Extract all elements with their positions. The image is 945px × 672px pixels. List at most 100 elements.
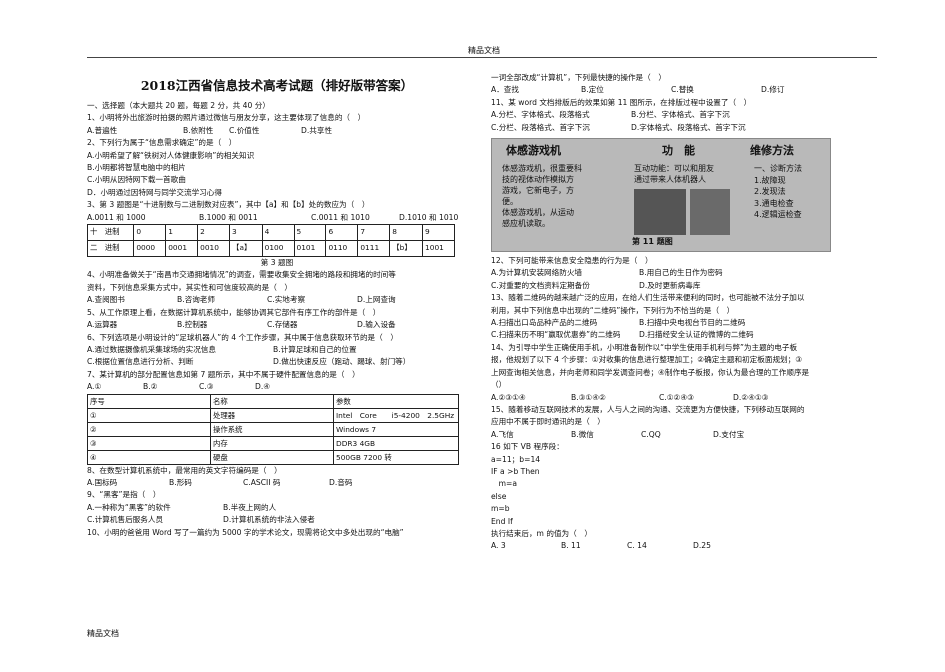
q7-cell: 内存 bbox=[210, 435, 334, 451]
figure-11-console-image bbox=[690, 189, 730, 236]
q3-cell: 9 bbox=[422, 224, 455, 242]
figure-11-title-mid: 功 能 bbox=[662, 144, 695, 158]
q3-cell: 3 bbox=[229, 224, 263, 242]
code-line: a=11；b=14 bbox=[491, 454, 541, 464]
figure-11-line: 便。 bbox=[502, 197, 518, 207]
q16-option-d: D.25 bbox=[693, 541, 711, 551]
q7-stem: 7、某计算机的部分配置信息如第 7 题所示，其中不属于硬件配置信息的是（ ） bbox=[87, 369, 360, 379]
q12-option-d: D.及时更新病毒库 bbox=[639, 280, 701, 290]
figure-11-line: 通过带来人体机器人 bbox=[634, 175, 706, 185]
q3-cell: 1001 bbox=[422, 240, 455, 258]
q2-option-c: C.小明从因特网下载一首歌曲 bbox=[87, 175, 186, 185]
page-header: 精品文档 bbox=[468, 46, 500, 55]
q4-option-c: C.实地考察 bbox=[267, 295, 306, 305]
q3-cell: 【b】 bbox=[389, 240, 424, 258]
q3-cell: 【a】 bbox=[229, 240, 263, 258]
q7-cell: ④ bbox=[87, 449, 211, 465]
q3-option-a: A.0011 和 1000 bbox=[87, 212, 146, 222]
q10-options: A．查找 B.定位 C.替换 D.修订 bbox=[491, 84, 891, 96]
q3-cell: 0111 bbox=[357, 240, 391, 258]
q11-option-b: B.分栏、字体格式、首字下沉 bbox=[631, 110, 730, 120]
q7-cell: 500GB 7200 转 bbox=[333, 449, 459, 465]
q10-option-c: C.替换 bbox=[671, 85, 694, 95]
code-line: m=b bbox=[491, 504, 510, 514]
figure-11-text-mid: 互动功能：可以和朋友 通过带来人体机器人 bbox=[634, 163, 714, 185]
q8-options: A.国标码 B.形码 C.ASCII 码 D.音码 bbox=[87, 477, 467, 489]
table-row: ③ 内存 DDR3 4GB bbox=[87, 435, 459, 451]
q11-options-cd: C.分栏、段落格式、首字下沉 D.字体格式、段落格式、首字下沉 bbox=[491, 122, 891, 134]
q13-options-ab: A.扫描出口岛品种产品的二维码 B.扫描中央电视台节目的二维码 bbox=[491, 317, 891, 329]
exam-title: 2018江西省信息技术高考试题（排好版带答案） bbox=[140, 78, 414, 93]
q3-stem: 3、第 3 题图是“十进制数与二进制数对应表”，其中【a】和【b】处的数应为（ … bbox=[87, 200, 370, 210]
q7-option-c: C.③ bbox=[199, 382, 214, 392]
figure-11-text-right: 一、诊断方法 1.故障现 2.发现法 3.通电检查 4.逻辑运检查 bbox=[754, 163, 802, 221]
table-row: ① 处理器 Intel Core i5-4200 2.5GHz bbox=[87, 407, 459, 423]
q14-option-c: C.①②④③ bbox=[659, 392, 694, 402]
q3-cell: 0100 bbox=[261, 240, 295, 258]
q15-option-d: D.支付宝 bbox=[713, 429, 745, 439]
q2-option-b: B.小明都将智慧电脑中的相片 bbox=[87, 163, 186, 173]
q7-cell: ① bbox=[87, 407, 211, 423]
q6-options-ab: A.通过数据摄像机采集球场的实况信息 B.计算足球和自己的位置 bbox=[87, 344, 467, 356]
q7-options: A.① B.② C.③ D.④ bbox=[87, 381, 467, 393]
figure-11-title-right: 维修方法 bbox=[750, 144, 794, 158]
q14-option-d: D.②④①③ bbox=[733, 392, 769, 402]
q10-option-b: B.定位 bbox=[581, 85, 604, 95]
q7-cell: Windows 7 bbox=[333, 421, 459, 437]
q1-option-a: A.普遍性 bbox=[87, 125, 118, 135]
q3-row-label: 二 进制 bbox=[86, 240, 135, 258]
q9-option-c: C.计算机售后服务人员 bbox=[87, 515, 164, 525]
q11-options-ab: A.分栏、字体格式、段落格式 B.分栏、字体格式、首字下沉 bbox=[491, 109, 891, 121]
q16-stem: 16 如下 VB 程序段： bbox=[491, 442, 564, 452]
code-line: m=a bbox=[491, 479, 518, 489]
q5-option-c: C.存储器 bbox=[267, 320, 298, 330]
q15-stem-2: 应用中不属于即时通讯的是（ ） bbox=[491, 417, 605, 427]
q7-header-param: 参数 bbox=[333, 393, 459, 409]
q4-option-a: A.查阅图书 bbox=[87, 295, 125, 305]
figure-11-line: 1.故障现 bbox=[754, 175, 786, 185]
q3-cell: 5 bbox=[293, 224, 327, 242]
q7-header-name: 名称 bbox=[210, 393, 334, 409]
q8-option-c: C.ASCII 码 bbox=[243, 477, 281, 487]
q13-options-cd: C.扫描来历不明“赢取优惠券”的二维码 D.扫描经安全认证的微博的二维码 bbox=[491, 329, 891, 341]
q1-option-d: D.共享性 bbox=[301, 125, 333, 135]
q8-option-b: B.形码 bbox=[169, 477, 192, 487]
q9-option-d: D.计算机系统的非法入侵者 bbox=[223, 515, 315, 525]
right-column: 一词全部改成“计算机”，下列最快捷的操作是（ ） A．查找 B.定位 C.替换 … bbox=[491, 72, 891, 553]
q13-option-d: D.扫描经安全认证的微博的二维码 bbox=[639, 330, 754, 340]
q3-option-b: B.1000 和 0011 bbox=[199, 212, 258, 222]
q5-option-a: A.运算器 bbox=[87, 320, 118, 330]
q16-options: A. 3 B. 11 C. 14 D.25 bbox=[491, 540, 891, 552]
q10-option-a: A．查找 bbox=[491, 85, 519, 95]
q3-cell: 0 bbox=[133, 224, 167, 242]
figure-11-line: 感应机读取。 bbox=[502, 219, 550, 229]
q7-cell: Intel Core i5-4200 2.5GHz bbox=[333, 407, 459, 423]
q16-option-b: B. 11 bbox=[561, 541, 581, 551]
figure-11-caption: 第 11 题图 bbox=[632, 236, 673, 246]
q7-cell: 处理器 bbox=[210, 407, 334, 423]
q10-option-d: D.修订 bbox=[761, 85, 785, 95]
q15-option-a: A.飞信 bbox=[491, 429, 514, 439]
q10-stem: 10、小明的爸爸用 Word 写了一篇约为 5000 字的学术论文，现需将论文中… bbox=[87, 527, 404, 537]
page-footer: 精品文档 bbox=[87, 629, 119, 638]
q12-option-a: A.为计算机安装网络防火墙 bbox=[491, 268, 583, 278]
q5-stem: 5、从工作原理上看，在数据计算机系统中，能够协调其它部件有序工作的部件是（ ） bbox=[87, 307, 381, 317]
q14-options: A.②③①④ B.③①④② C.①②④③ D.②④①③ bbox=[491, 392, 891, 404]
section-heading: 一、选择题（本大题共 20 题，每题 2 分，共 40 分） bbox=[87, 101, 270, 110]
q7-cell: 硬盘 bbox=[210, 449, 334, 465]
q16-code-block: a=11；b=14 IF a >b Then m=a else m=b End … bbox=[491, 454, 891, 541]
table-row: ④ 硬盘 500GB 7200 转 bbox=[87, 449, 459, 465]
q4-option-d: D.上网查询 bbox=[357, 295, 396, 305]
figure-11-text-left: 体感游戏机，很重要科 技的视体动作模拟方 游戏，它新电子，方 便。 体感游戏机，… bbox=[502, 163, 582, 229]
q13-option-c: C.扫描来历不明“赢取优惠券”的二维码 bbox=[491, 330, 621, 340]
q1-option-b: B.依附性 bbox=[183, 125, 214, 135]
figure-11-line: 3.通电检查 bbox=[754, 198, 794, 208]
q9-option-a: A.一种称为“黑客”的软件 bbox=[87, 502, 171, 512]
q3-row-decimal: 十 进制 0 1 2 3 4 5 6 7 8 9 bbox=[86, 224, 455, 242]
q9-option-b: B.半夜上网的人 bbox=[223, 502, 277, 512]
q13-option-b: B.扫描中央电视台节目的二维码 bbox=[639, 318, 746, 328]
q7-header-index: 序号 bbox=[87, 393, 211, 409]
q15-options: A.飞信 B.微信 C.QQ D.支付宝 bbox=[491, 429, 891, 441]
q7-cell: ③ bbox=[87, 435, 211, 451]
q12-options-ab: A.为计算机安装网络防火墙 B.用自己的生日作为密码 bbox=[491, 267, 891, 279]
